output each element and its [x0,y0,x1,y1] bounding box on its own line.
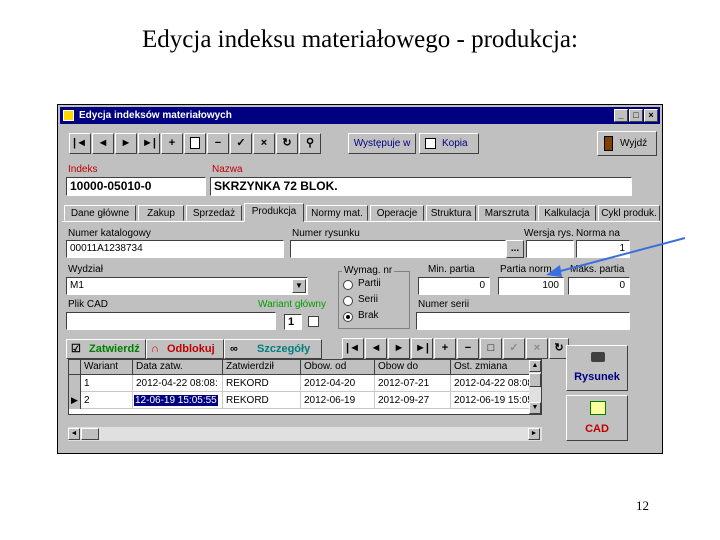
annotation-arrow-line [552,237,686,274]
tab-produkcja[interactable]: Produkcja [244,203,304,222]
annotation-arrow-head [546,265,562,277]
annotation-arrow [546,237,686,277]
page-number: 12 [636,498,649,513]
